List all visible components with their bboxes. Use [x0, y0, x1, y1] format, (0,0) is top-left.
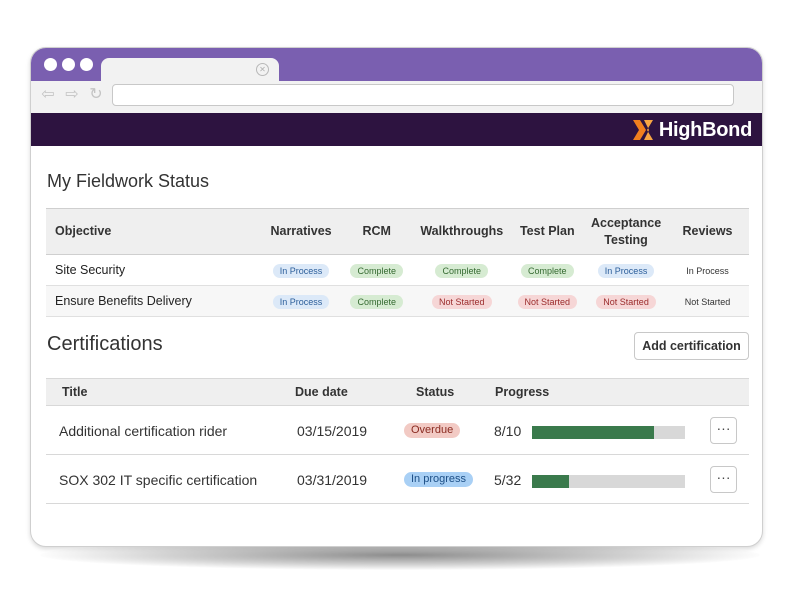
due-date: 03/15/2019: [297, 423, 368, 439]
browser-toolbar: ⇦ ⇨ ↻: [31, 81, 762, 113]
status-badge: Complete: [350, 294, 403, 309]
column-header-progress: Progress: [495, 385, 550, 399]
status-badge: Complete: [350, 263, 403, 278]
header-line: Testing: [604, 232, 648, 247]
certification-row[interactable]: Additional certification rider 03/15/201…: [46, 407, 749, 455]
progress-label: 5/32: [494, 472, 522, 488]
narratives-cell: In Process: [263, 254, 339, 286]
window-control-dot[interactable]: [80, 58, 93, 71]
certification-title[interactable]: SOX 302 IT specific certification: [59, 472, 257, 488]
column-header-objective: Objective: [46, 208, 264, 255]
certifications-table-header: Title Due date Status Progress: [46, 378, 749, 406]
rcm-cell: Complete: [338, 285, 416, 317]
forward-arrow-icon[interactable]: ⇨: [63, 86, 81, 104]
narratives-cell: In Process: [263, 285, 339, 317]
progress-label: 8/10: [494, 423, 522, 439]
certification-title[interactable]: Additional certification rider: [59, 423, 227, 439]
column-header-rcm: RCM: [338, 208, 416, 255]
column-header-due-date: Due date: [295, 385, 348, 399]
highbond-logo[interactable]: HighBond: [632, 118, 752, 142]
acceptance-cell: In Process: [586, 254, 666, 286]
due-date: 03/31/2019: [297, 472, 368, 488]
column-header-acceptance-testing: Acceptance Testing: [586, 208, 666, 255]
browser-tab-bar: ✕: [31, 48, 762, 82]
status-text: In Process: [686, 266, 729, 276]
table-row[interactable]: Site Security In Process Complete Comple…: [46, 254, 749, 286]
status-badge: In progress: [404, 472, 474, 487]
main-content: My Fieldwork Status Objective Narratives…: [31, 146, 762, 546]
highbond-logo-icon: [632, 120, 653, 140]
more-options-button[interactable]: ···: [710, 466, 737, 493]
test-plan-cell: Complete: [508, 254, 587, 286]
status-badge: Not Started: [517, 294, 578, 309]
reviews-cell: In Process: [665, 254, 749, 286]
window-control-dot[interactable]: [62, 58, 75, 71]
column-header-narratives: Narratives: [263, 208, 339, 255]
acceptance-cell: Not Started: [586, 285, 666, 317]
back-arrow-icon[interactable]: ⇦: [39, 86, 57, 104]
status-badge: Overdue: [404, 423, 461, 438]
objective-cell[interactable]: Site Security: [46, 254, 264, 286]
progress-bar: [532, 475, 685, 488]
window-control-dot[interactable]: [44, 58, 57, 71]
progress-bar-fill: [532, 475, 569, 488]
status-badge: Not Started: [596, 294, 656, 309]
browser-tab[interactable]: ✕: [101, 58, 279, 82]
status-badge: Not Started: [431, 294, 492, 309]
header-line: Acceptance: [590, 215, 662, 230]
certifications-title: Certifications: [47, 333, 163, 355]
status-badge: In Process: [272, 263, 330, 278]
progress-bar: [532, 426, 685, 439]
status-badge: In Process: [272, 294, 330, 309]
fieldwork-status-table: Objective Narratives RCM Walkthroughs Te…: [46, 208, 749, 317]
status-badge: In Process: [597, 263, 655, 278]
walkthroughs-cell: Complete: [415, 254, 509, 286]
status-badge: Complete: [435, 263, 489, 278]
certification-row[interactable]: SOX 302 IT specific certification 03/31/…: [46, 456, 749, 504]
column-header-walkthroughs: Walkthroughs: [415, 208, 509, 255]
column-header-status: Status: [416, 385, 455, 399]
close-circle-icon[interactable]: ✕: [256, 63, 269, 76]
objective-cell[interactable]: Ensure Benefits Delivery: [46, 285, 264, 317]
app-header: HighBond: [31, 113, 762, 146]
reload-icon[interactable]: ↻: [87, 86, 105, 104]
status-text: Not Started: [684, 297, 731, 307]
more-options-button[interactable]: ···: [710, 417, 737, 444]
rcm-cell: Complete: [338, 254, 416, 286]
page-title: My Fieldwork Status: [47, 171, 210, 191]
status-badge: Complete: [521, 263, 574, 278]
browser-window: ✕ ⇦ ⇨ ↻ HighBond My Fieldwork Status Obj…: [30, 47, 763, 547]
table-row[interactable]: Ensure Benefits Delivery In Process Comp…: [46, 285, 749, 317]
brand-name: HighBond: [658, 118, 752, 141]
address-bar[interactable]: [112, 84, 734, 106]
walkthroughs-cell: Not Started: [415, 285, 509, 317]
column-header-test-plan: Test Plan: [508, 208, 587, 255]
progress-bar-fill: [532, 426, 655, 439]
test-plan-cell: Not Started: [508, 285, 587, 317]
add-certification-button[interactable]: Add certification: [634, 332, 749, 360]
reviews-cell: Not Started: [665, 285, 749, 317]
column-header-reviews: Reviews: [665, 208, 749, 255]
column-header-title: Title: [62, 385, 88, 399]
